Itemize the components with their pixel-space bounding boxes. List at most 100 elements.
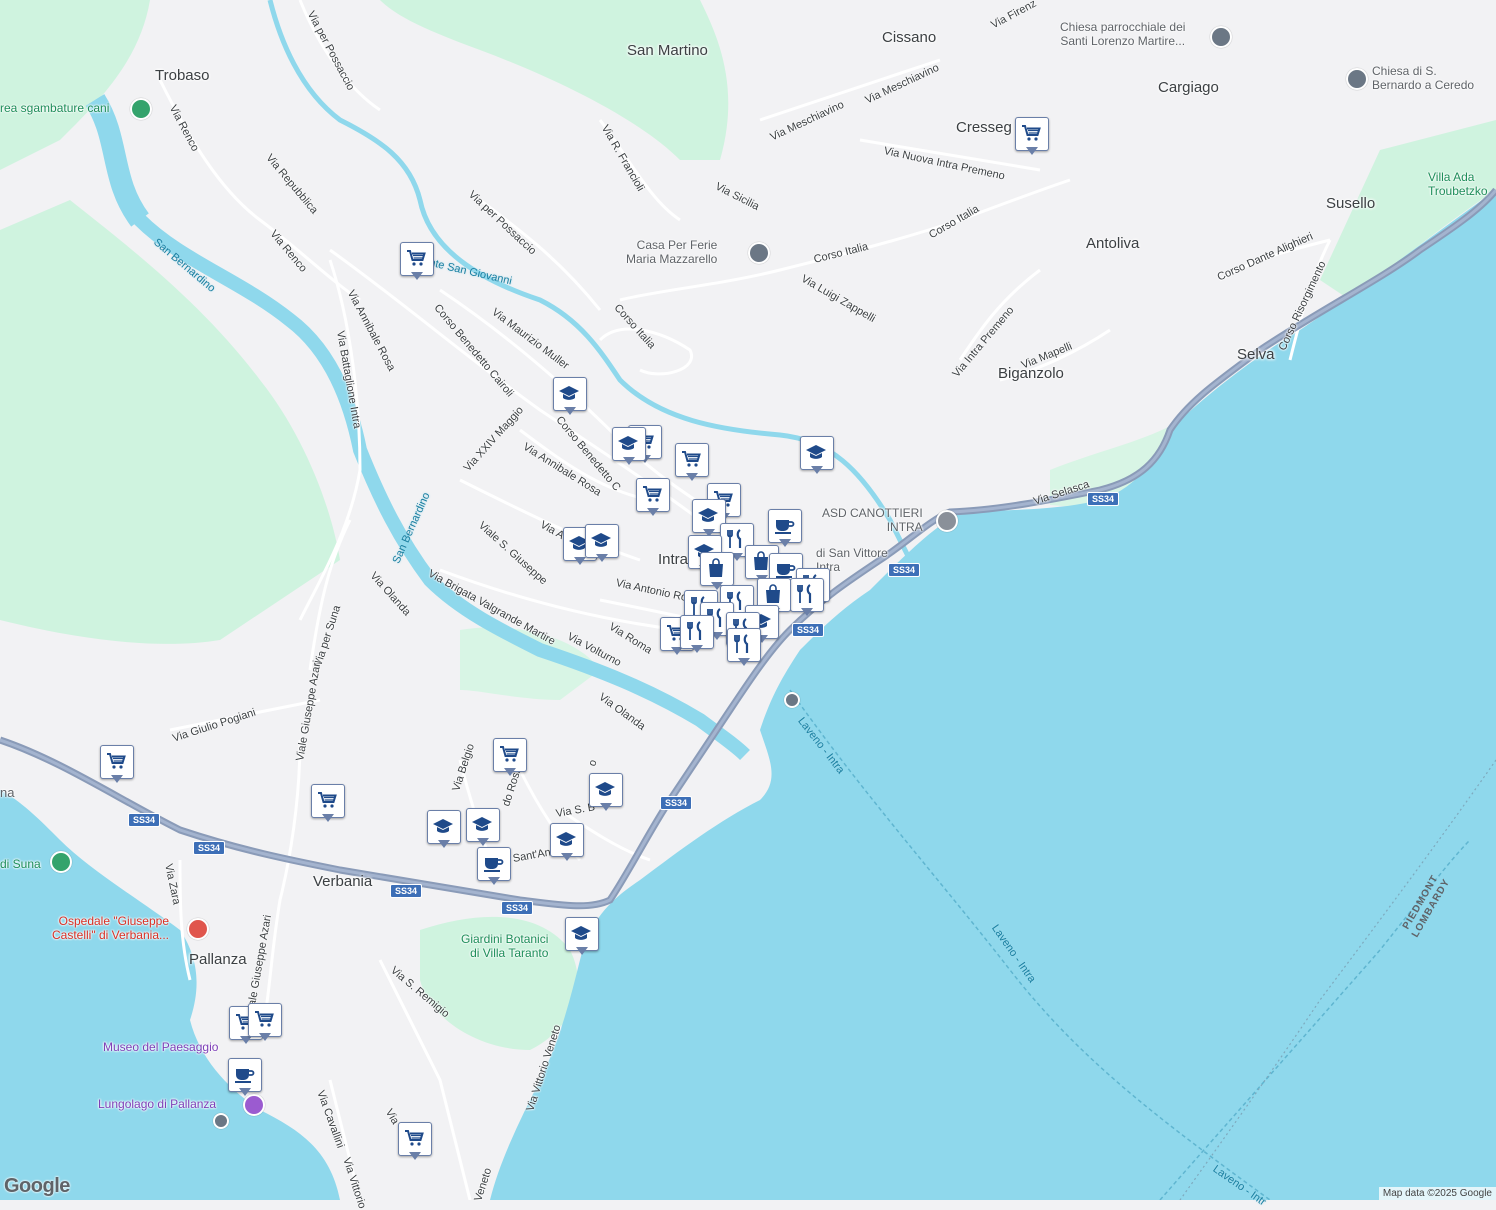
- poi-ospedale[interactable]: Ospedale "Giuseppe Castelli" di Verbania…: [52, 914, 169, 942]
- marker-pointer: [111, 775, 123, 783]
- marker-pointer: [409, 1152, 421, 1160]
- place-selva: Selva: [1237, 346, 1275, 363]
- map-marker-school[interactable]: [612, 427, 646, 467]
- google-logo[interactable]: Google: [4, 1175, 70, 1198]
- marker-pointer: [564, 407, 576, 415]
- place-pallanza: Pallanza: [189, 951, 247, 968]
- map-marker-food[interactable]: [680, 615, 714, 655]
- school-icon: [595, 782, 615, 796]
- church-icon[interactable]: [748, 242, 770, 264]
- marker-pointer: [239, 1088, 251, 1096]
- marker-pointer: [438, 840, 450, 848]
- map-marker-school[interactable]: [427, 810, 461, 850]
- map-marker-school[interactable]: [589, 773, 623, 813]
- shopping-cart-icon: [643, 486, 662, 502]
- map-marker-cart[interactable]: [400, 242, 434, 282]
- road-shield-ss34: SS34: [128, 813, 161, 827]
- marker-pointer: [259, 1033, 271, 1041]
- marker-pointer: [576, 947, 588, 955]
- map-marker-school[interactable]: [466, 808, 500, 848]
- school-icon: [571, 926, 591, 940]
- map-marker-cart[interactable]: [398, 1122, 432, 1162]
- marker-pointer: [504, 768, 516, 776]
- map-marker-cafe[interactable]: [477, 847, 511, 887]
- map-marker-cart[interactable]: [311, 784, 345, 824]
- place-trobaso: Trobaso: [155, 67, 210, 84]
- map-marker-cart[interactable]: [248, 1003, 282, 1043]
- park-icon[interactable]: [50, 851, 72, 873]
- map-marker-cart[interactable]: [636, 478, 670, 518]
- map-marker-cart[interactable]: [493, 738, 527, 778]
- shopping-cart-icon: [255, 1011, 274, 1027]
- sports-icon[interactable]: [936, 510, 958, 532]
- shopping-cart-icon: [1022, 125, 1041, 141]
- poi-di-suna[interactable]: di Suna: [0, 857, 41, 871]
- restaurant-icon: [687, 621, 702, 640]
- marker-pointer: [477, 838, 489, 846]
- restaurant-icon: [797, 584, 812, 603]
- cafe-icon: [235, 1069, 255, 1083]
- map-marker-cafe[interactable]: [228, 1058, 262, 1098]
- map-marker-cafe[interactable]: [768, 509, 802, 549]
- poi-giardini[interactable]: Giardini Botanici di Villa Taranto: [461, 932, 548, 960]
- school-icon: [472, 817, 492, 831]
- map-marker-school[interactable]: [800, 436, 834, 476]
- marker-pointer: [811, 466, 823, 474]
- restaurant-icon: [734, 634, 749, 653]
- shopping-bag-icon: [709, 558, 723, 577]
- road-shield-ss34: SS34: [193, 841, 226, 855]
- school-icon: [618, 436, 638, 450]
- place-cissano: Cissano: [882, 29, 937, 46]
- place-san-martino: San Martino: [627, 42, 708, 59]
- marker-pointer: [600, 803, 612, 811]
- shopping-cart-icon: [318, 792, 337, 808]
- ferry-icon[interactable]: [784, 692, 800, 708]
- restaurant-icon: [727, 529, 742, 548]
- map-attribution[interactable]: Map data ©2025 Google: [1378, 1187, 1496, 1200]
- hospital-icon[interactable]: [187, 918, 209, 940]
- marker-pointer: [691, 645, 703, 653]
- marker-pointer: [596, 554, 608, 562]
- place-antoliva: Antoliva: [1086, 235, 1140, 252]
- marker-pointer: [322, 814, 334, 822]
- shopping-cart-icon: [405, 1130, 424, 1146]
- label-na: na: [0, 785, 15, 800]
- map-marker-cart[interactable]: [675, 443, 709, 483]
- marker-pointer: [779, 539, 791, 547]
- map-marker-school[interactable]: [553, 377, 587, 417]
- place-verbania: Verbania: [313, 873, 373, 890]
- road-shield-ss34: SS34: [888, 563, 921, 577]
- shopping-cart-icon: [500, 746, 519, 762]
- poi-area-cani[interactable]: rea sgambature cani: [0, 101, 109, 115]
- school-icon: [433, 819, 453, 833]
- poi-lungolago[interactable]: Lungolago di Pallanza: [98, 1097, 216, 1111]
- marker-pointer: [561, 853, 573, 861]
- poi-villa-ada[interactable]: Villa Ada Troubetzko: [1428, 170, 1488, 198]
- map-marker-school[interactable]: [565, 917, 599, 957]
- place-cresseglio: Cresseg: [956, 119, 1012, 136]
- map-marker-food[interactable]: [727, 628, 761, 668]
- school-icon: [806, 445, 826, 459]
- map-marker-school[interactable]: [585, 524, 619, 564]
- poi-chiesa-bernardo[interactable]: Chiesa di S. Bernardo a Ceredo: [1372, 64, 1474, 92]
- map-marker-cart[interactable]: [1015, 117, 1049, 157]
- church-icon[interactable]: [1346, 68, 1368, 90]
- marker-pointer: [411, 272, 423, 280]
- park-icon[interactable]: [130, 98, 152, 120]
- road-shield-ss34: SS34: [1087, 492, 1120, 506]
- poi-asd-canottieri[interactable]: ASD CANOTTIERI INTRA: [822, 506, 923, 534]
- cafe-icon: [484, 858, 504, 872]
- poi-chiesa-lorenzo[interactable]: Chiesa parrocchiale dei Santi Lorenzo Ma…: [1060, 20, 1185, 48]
- poi-museo[interactable]: Museo del Paesaggio: [103, 1040, 218, 1054]
- map-marker-cart[interactable]: [100, 745, 134, 785]
- marker-pointer: [1026, 147, 1038, 155]
- ferry-icon[interactable]: [213, 1113, 229, 1129]
- place-susello: Susello: [1326, 195, 1376, 212]
- map-marker-school[interactable]: [550, 823, 584, 863]
- shopping-cart-icon: [407, 250, 426, 266]
- poi-casa-ferie[interactable]: Casa Per Ferie Maria Mazzarello: [626, 238, 717, 266]
- church-icon[interactable]: [1210, 26, 1232, 48]
- place-cargiago: Cargiago: [1158, 79, 1219, 96]
- map-marker-food[interactable]: [790, 578, 824, 618]
- marker-pointer: [488, 877, 500, 885]
